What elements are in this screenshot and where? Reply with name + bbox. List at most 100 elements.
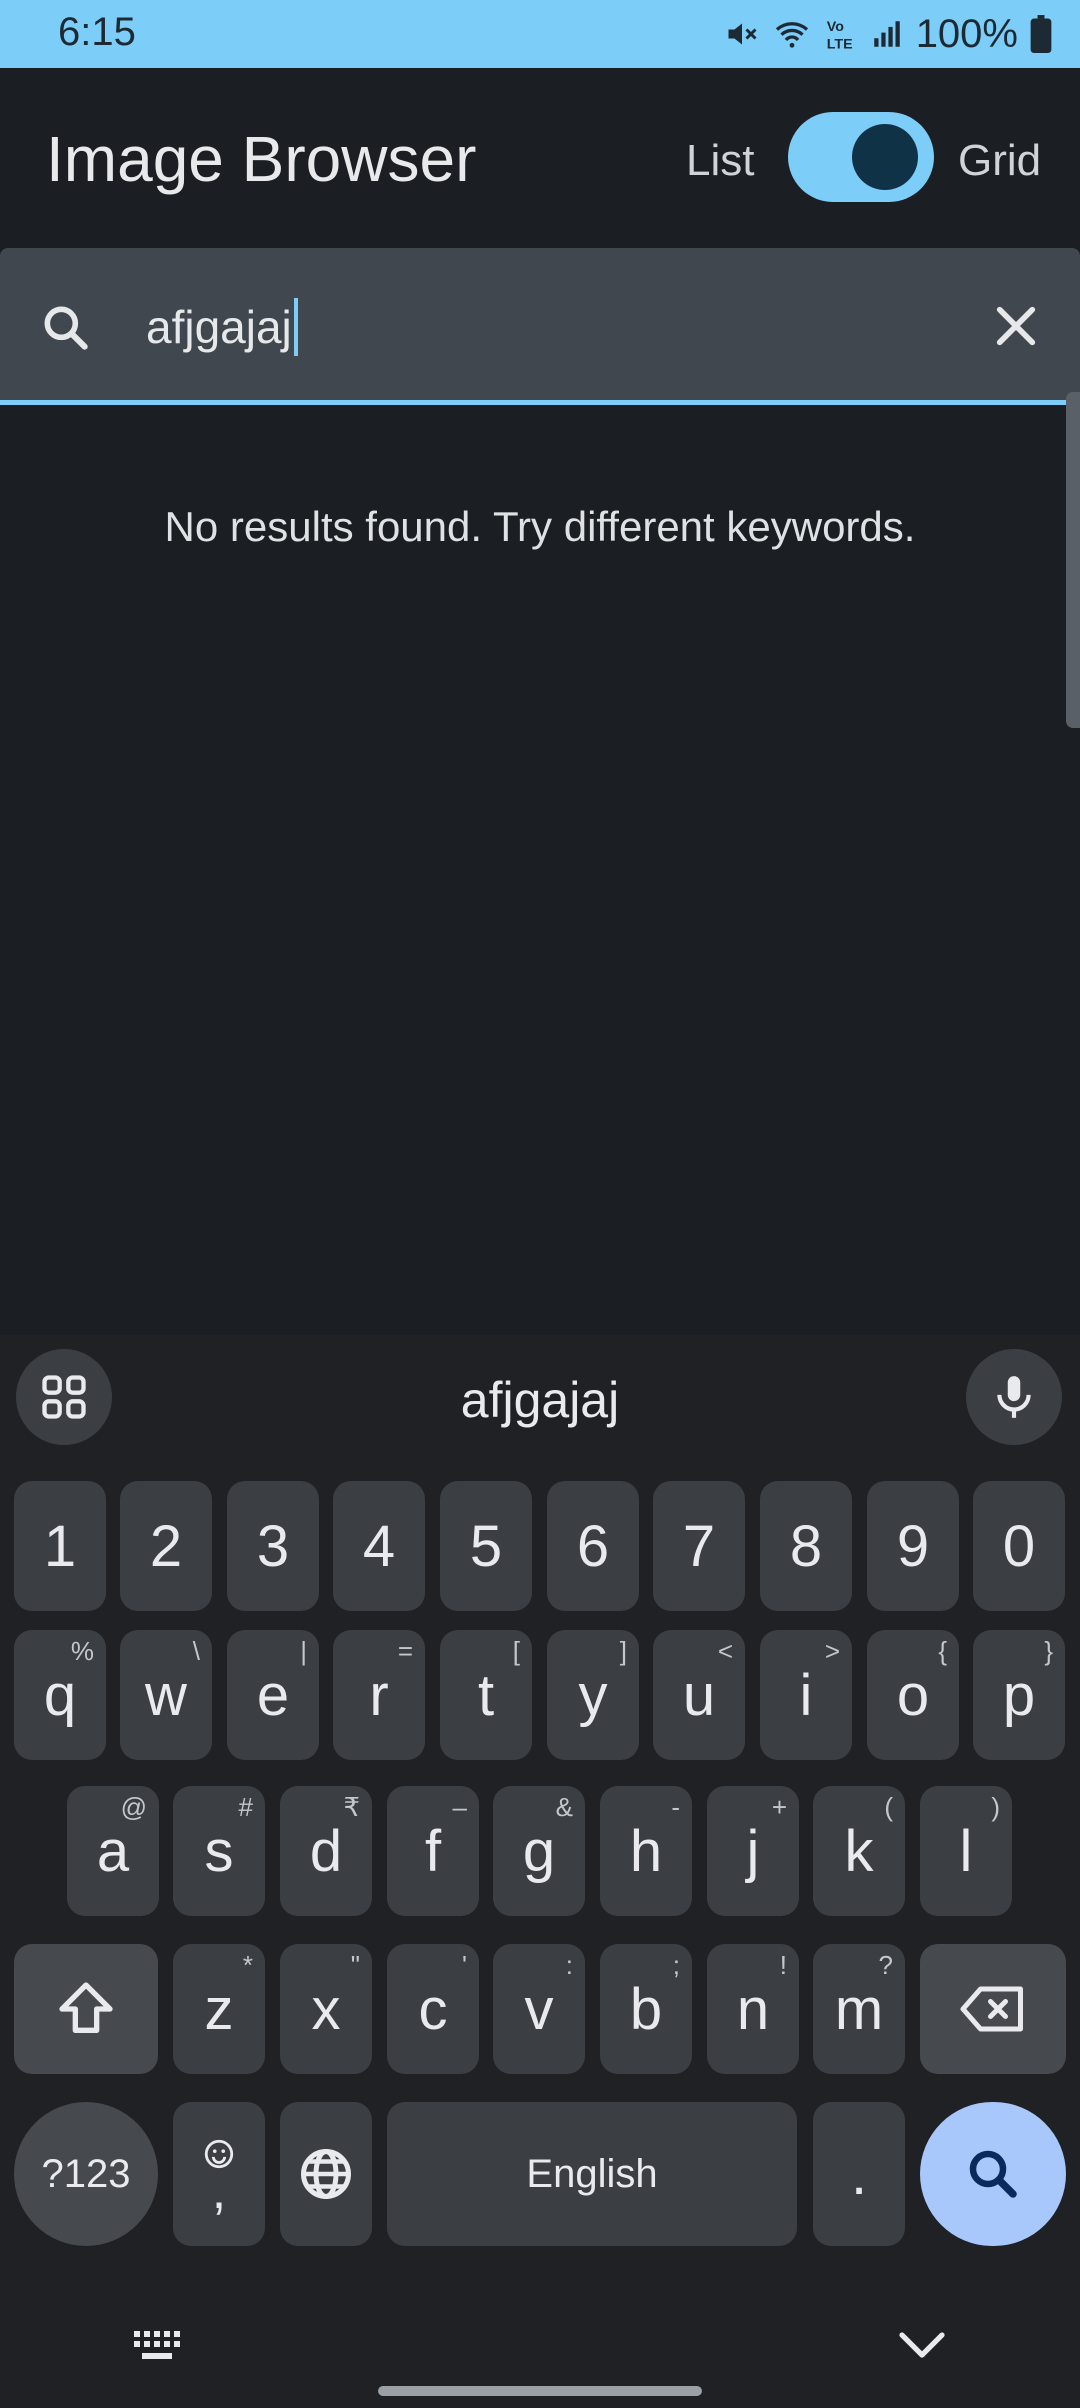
key-label: u — [682, 1662, 716, 1728]
svg-text:Vo: Vo — [826, 19, 843, 35]
key-symbol: - — [671, 1792, 680, 1822]
key-label: b — [629, 1976, 663, 2042]
key-u[interactable]: u < — [653, 1630, 745, 1760]
key-c[interactable]: c ' — [387, 1944, 479, 2074]
key-symbol: @ — [120, 1792, 147, 1822]
key-s[interactable]: s # — [173, 1786, 265, 1916]
key-symbol: { — [938, 1636, 947, 1666]
symbols-key[interactable]: ?123 — [14, 2102, 158, 2246]
shift-key[interactable] — [14, 1944, 158, 2074]
key-7[interactable]: 7 — [653, 1481, 745, 1611]
list-grid-toggle[interactable] — [788, 112, 934, 202]
toggle-label-grid: Grid — [958, 136, 1042, 185]
key-label: w — [145, 1662, 187, 1728]
key-label: 4 — [362, 1513, 396, 1579]
key-label: v — [524, 1976, 554, 2042]
key-q[interactable]: q% — [14, 1630, 106, 1760]
key-x[interactable]: x " — [280, 1944, 372, 2074]
key-symbol: ₹ — [343, 1792, 360, 1822]
key-e[interactable]: e | — [227, 1630, 319, 1760]
key-symbol: ( — [884, 1792, 893, 1822]
key-4[interactable]: 4 — [333, 1481, 425, 1611]
key-symbol: ] — [619, 1636, 627, 1666]
key-label: f — [424, 1818, 442, 1884]
key-label: t — [477, 1662, 495, 1728]
key-label: 9 — [896, 1513, 930, 1579]
key-m[interactable]: m? — [813, 1944, 905, 2074]
key-symbol: \ — [192, 1636, 200, 1666]
key-symbol: < — [717, 1636, 733, 1666]
mute-icon — [728, 23, 757, 45]
clear-icon[interactable] — [988, 298, 1044, 359]
key-symbol: + — [771, 1792, 787, 1822]
key-label: , — [211, 2162, 227, 2220]
key-label: 7 — [682, 1513, 716, 1579]
space-key[interactable]: English — [387, 2102, 797, 2246]
language-key[interactable] — [280, 2102, 372, 2246]
key-symbol: | — [300, 1636, 307, 1666]
key-symbol: ; — [672, 1950, 680, 1980]
comma-key[interactable]: , — [173, 2102, 265, 2246]
backspace-icon — [960, 1986, 1023, 2032]
key-symbol: " — [350, 1950, 360, 1980]
chevron-down-icon[interactable] — [896, 2325, 948, 2370]
key-p[interactable]: p} — [973, 1630, 1065, 1760]
key-n[interactable]: n! — [707, 1944, 799, 2074]
key-label: 6 — [576, 1513, 610, 1579]
key-symbol: * — [242, 1950, 253, 1980]
period-key[interactable]: . — [813, 2102, 905, 2246]
key-t[interactable]: t[ — [440, 1630, 532, 1760]
key-o[interactable]: o{ — [867, 1630, 959, 1760]
key-a[interactable]: a @ — [67, 1786, 159, 1916]
key-2[interactable]: 2 — [120, 1481, 212, 1611]
key-0[interactable]: 0 — [973, 1481, 1065, 1611]
key-k[interactable]: k( — [813, 1786, 905, 1916]
key-symbol: : — [565, 1950, 573, 1980]
scrollbar[interactable] — [1066, 392, 1080, 728]
key-d[interactable]: d ₹ — [280, 1786, 372, 1916]
key-symbol: = — [397, 1636, 413, 1666]
status-icons: Vo LTE 100% — [724, 8, 1052, 60]
key-label: l — [959, 1818, 973, 1884]
key-9[interactable]: 9 — [867, 1481, 959, 1611]
keyboard-icon[interactable] — [130, 2325, 186, 2370]
key-label: m — [834, 1976, 884, 2042]
key-f[interactable]: f – — [387, 1786, 479, 1916]
key-5[interactable]: 5 — [440, 1481, 532, 1611]
key-y[interactable]: y] — [547, 1630, 639, 1760]
backspace-key[interactable] — [920, 1944, 1066, 2074]
toggle-label-list: List — [686, 136, 755, 185]
key-8[interactable]: 8 — [760, 1481, 852, 1611]
battery-percent: 100% — [915, 11, 1018, 56]
key-label: 5 — [469, 1513, 503, 1579]
key-b[interactable]: b; — [600, 1944, 692, 2074]
key-j[interactable]: j + — [707, 1786, 799, 1916]
key-r[interactable]: r = — [333, 1630, 425, 1760]
search-action-key[interactable] — [920, 2102, 1066, 2246]
key-symbol: & — [555, 1792, 573, 1822]
key-label: c — [418, 1976, 448, 2042]
key-g[interactable]: g & — [493, 1786, 585, 1916]
mic-button[interactable] — [966, 1349, 1062, 1445]
key-h[interactable]: h- — [600, 1786, 692, 1916]
key-label: r — [369, 1662, 389, 1728]
key-1[interactable]: 1 — [14, 1481, 106, 1611]
key-symbol: % — [70, 1636, 94, 1666]
key-l[interactable]: l) — [920, 1786, 1012, 1916]
gesture-handle[interactable] — [378, 2386, 702, 2396]
key-i[interactable]: i > — [760, 1630, 852, 1760]
search-input[interactable]: afjgajaj — [146, 298, 298, 356]
key-w[interactable]: w \ — [120, 1630, 212, 1760]
key-label: n — [736, 1976, 770, 2042]
key-6[interactable]: 6 — [547, 1481, 639, 1611]
suggestion-word[interactable]: afjgajaj — [0, 1371, 1080, 1429]
key-label: j — [746, 1818, 760, 1884]
text-caret — [293, 298, 298, 356]
key-z[interactable]: z * — [173, 1944, 265, 2074]
key-3[interactable]: 3 — [227, 1481, 319, 1611]
search-field[interactable]: afjgajaj — [0, 248, 1080, 404]
key-label: 0 — [1002, 1513, 1036, 1579]
battery-icon — [1030, 15, 1052, 53]
key-v[interactable]: v: — [493, 1944, 585, 2074]
key-label: e — [256, 1662, 290, 1728]
